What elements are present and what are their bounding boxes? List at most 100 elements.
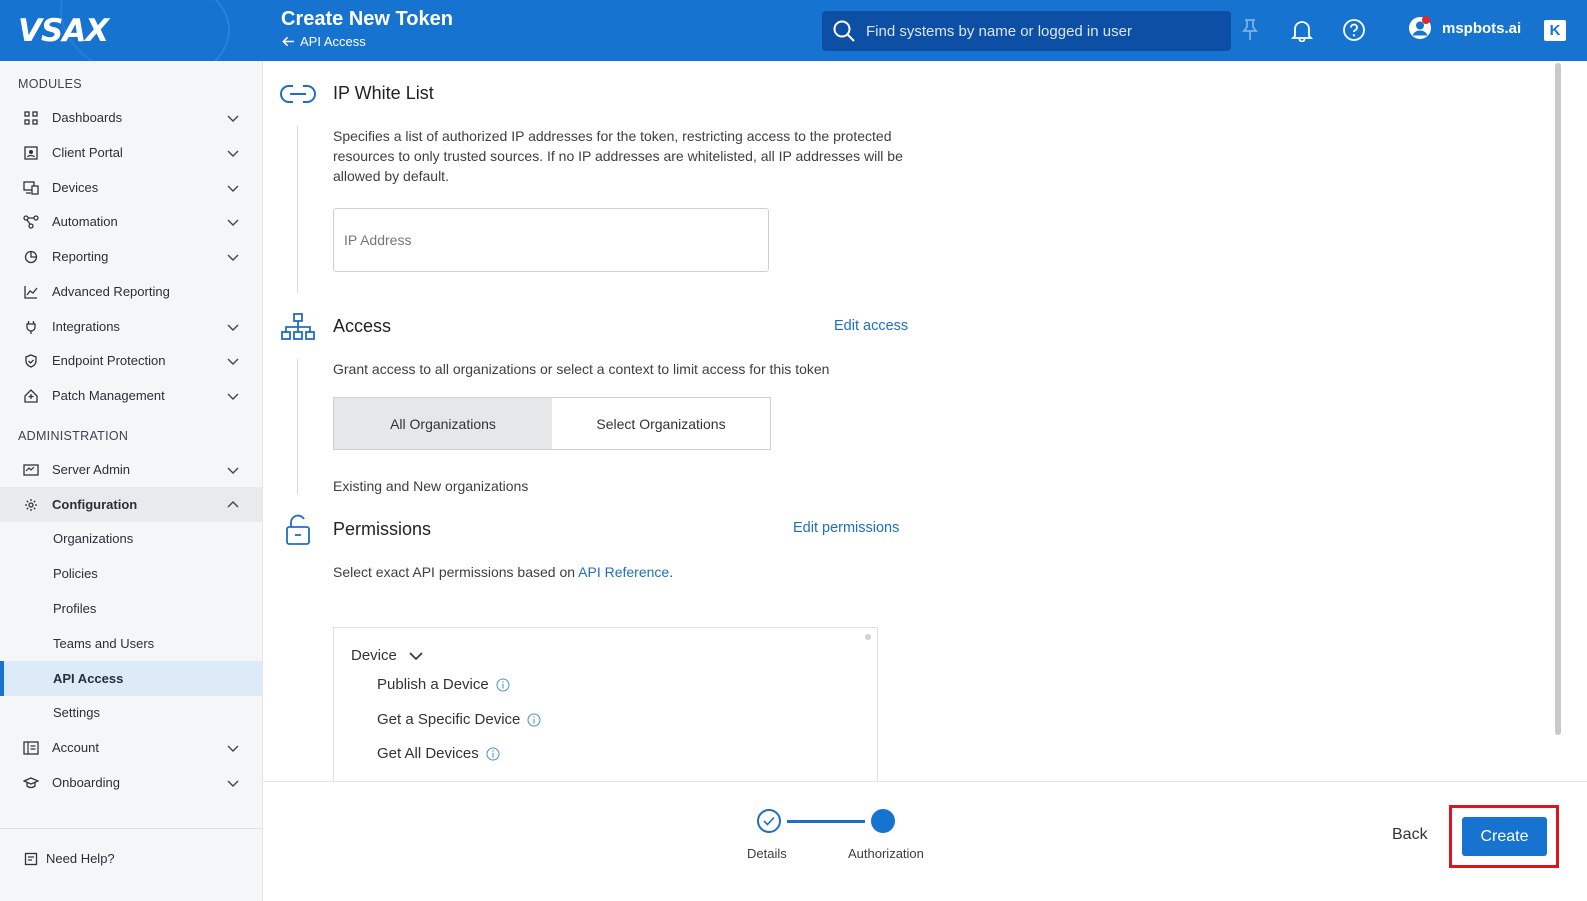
sidebar-item-label: Advanced Reporting (52, 284, 170, 299)
sidebar-item-label: Patch Management (52, 388, 165, 403)
sidebar-subitem-organizations[interactable]: Organizations (0, 521, 262, 556)
graduation-icon (22, 774, 40, 792)
edit-permissions-link[interactable]: Edit permissions (793, 520, 917, 536)
info-icon[interactable] (527, 713, 541, 727)
permission-group-device[interactable]: Device (351, 647, 423, 664)
arrow-left-icon (282, 36, 295, 47)
step-authorization-current[interactable] (871, 809, 895, 833)
page-title: Create New Token (281, 8, 453, 30)
sidebar-item-label: Reporting (52, 249, 109, 264)
organization-scope-toggle: All Organizations Select Organizations (333, 397, 771, 450)
section-line (297, 126, 298, 293)
sidebar-subitem-settings[interactable]: Settings (0, 695, 262, 730)
notification-dot (1422, 16, 1430, 24)
chevron-down-icon (227, 745, 239, 752)
shield-icon (22, 352, 40, 370)
permission-label: Get a Specific Device (377, 711, 521, 728)
account-icon (22, 739, 40, 757)
edit-access-link[interactable]: Edit access (834, 318, 917, 334)
administration-label: ADMINISTRATION (18, 429, 129, 443)
sidebar-item-client-portal[interactable]: Client Portal (0, 135, 262, 170)
help-icon[interactable] (1342, 18, 1366, 42)
back-button[interactable]: Back (1392, 826, 1428, 844)
sidebar-item-account[interactable]: Account (0, 730, 262, 765)
back-to-api-access-link[interactable]: API Access (282, 34, 366, 49)
create-button[interactable]: Create (1462, 817, 1547, 856)
permission-item[interactable]: Get a Specific Device (377, 711, 541, 728)
ip-address-input[interactable] (333, 208, 769, 272)
chevron-down-icon (227, 324, 239, 331)
step-connector (787, 820, 865, 823)
ip-whitelist-description: Specifies a list of authorized IP addres… (333, 128, 903, 184)
chevron-down-icon (227, 467, 239, 474)
pin-icon[interactable] (1238, 18, 1262, 42)
need-help-label: Need Help? (46, 851, 115, 866)
sidebar-subitem-policies[interactable]: Policies (0, 556, 262, 591)
search-box[interactable] (822, 11, 1231, 51)
main-scrollbar[interactable] (1555, 63, 1561, 735)
select-organizations-option[interactable]: Select Organizations (552, 398, 770, 449)
sidebar-item-devices[interactable]: Devices (0, 170, 262, 205)
permission-label: Get All Devices (377, 745, 479, 762)
user-menu[interactable]: mspbots.ai (1408, 16, 1521, 40)
modules-label: MODULES (18, 77, 82, 91)
sidebar-item-advanced-reporting[interactable]: Advanced Reporting (0, 274, 262, 309)
permission-group-label: Device (351, 647, 397, 664)
sidebar-item-server-admin[interactable]: Server Admin (0, 452, 262, 487)
sidebar-item-label: Server Admin (52, 462, 131, 477)
sidebar-subitem-teams-and-users[interactable]: Teams and Users (0, 626, 262, 661)
permissions-tree: Device Publish a Device Get a Specific D… (333, 627, 878, 787)
sidebar-item-label: Devices (52, 180, 99, 195)
line-chart-icon (22, 283, 40, 301)
logo-area: VSAX (0, 0, 262, 61)
vsax-logo[interactable]: VSAX (18, 13, 109, 49)
top-bar: VSAX Create New Token API Access mspbots… (0, 0, 1587, 61)
sidebar-item-label: Onboarding (52, 775, 120, 790)
access-description: Grant access to all organizations or sel… (333, 361, 830, 377)
need-help-link[interactable]: Need Help? (24, 851, 115, 866)
sidebar-item-reporting[interactable]: Reporting (0, 239, 262, 274)
step-label-authorization: Authorization (848, 846, 924, 861)
sidebar-item-label: Dashboards (52, 110, 123, 125)
sidebar-item-dashboards[interactable]: Dashboards (0, 100, 262, 135)
sidebar-subitem-api-access[interactable]: API Access (0, 661, 262, 696)
sidebar-item-endpoint-protection[interactable]: Endpoint Protection (0, 343, 262, 378)
permission-item[interactable]: Publish a Device (377, 676, 510, 693)
info-icon[interactable] (486, 747, 500, 761)
sidebar-subitem-profiles[interactable]: Profiles (0, 591, 262, 626)
chevron-up-icon (227, 501, 239, 508)
section-line (297, 359, 298, 495)
patch-icon (22, 387, 40, 405)
help-doc-icon (24, 852, 38, 865)
sidebar-item-label: Integrations (52, 319, 120, 334)
sidebar-item-onboarding[interactable]: Onboarding (0, 765, 262, 800)
sidebar-item-label: Automation (52, 214, 118, 229)
sidebar-item-configuration[interactable]: Configuration (0, 487, 262, 522)
chevron-down-icon (227, 150, 239, 157)
permission-item[interactable]: Get All Devices (377, 745, 500, 762)
api-reference-link[interactable]: API Reference (578, 564, 669, 580)
access-title: Access (333, 316, 392, 336)
link-icon (280, 85, 316, 103)
all-organizations-option[interactable]: All Organizations (334, 398, 552, 449)
portal-icon (22, 144, 40, 162)
hierarchy-icon (281, 313, 315, 340)
search-input[interactable] (866, 22, 1206, 40)
server-icon (22, 461, 40, 479)
kaseya-logo-icon[interactable]: K (1544, 20, 1566, 41)
step-details-complete[interactable] (757, 809, 781, 833)
sidebar-item-label: Endpoint Protection (52, 353, 166, 368)
sidebar-item-integrations[interactable]: Integrations (0, 309, 262, 344)
step-label-details: Details (747, 846, 787, 861)
sidebar-item-patch-management[interactable]: Patch Management (0, 378, 262, 413)
info-icon[interactable] (496, 678, 510, 692)
bell-icon[interactable] (1290, 18, 1314, 42)
chevron-down-icon (227, 254, 239, 261)
scrollbar[interactable] (865, 634, 871, 640)
sidebar-item-label: Configuration (52, 497, 138, 512)
sidebar-item-automation[interactable]: Automation (0, 204, 262, 239)
chevron-down-icon (227, 115, 239, 122)
chevron-down-icon (227, 185, 239, 192)
devices-icon (22, 179, 40, 197)
sidebar-footer: Need Help? (0, 828, 262, 901)
